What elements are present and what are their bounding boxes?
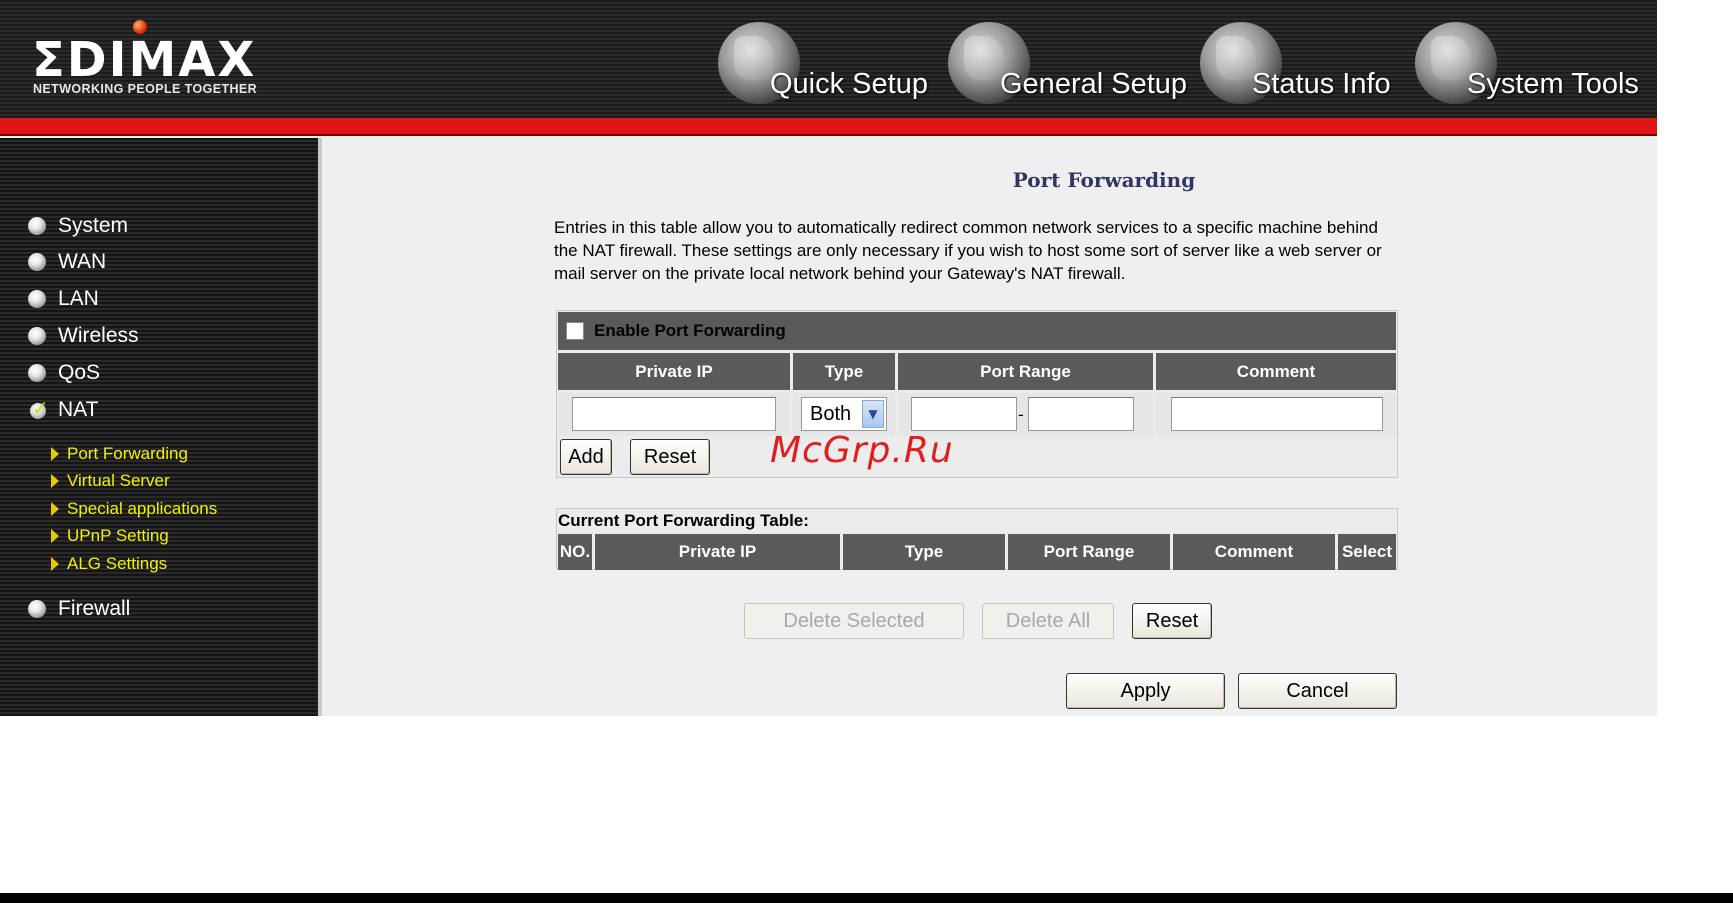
sidebar-item-nat[interactable]: ✓ NAT	[28, 396, 99, 423]
nav-status-info-label: Status Info	[1252, 68, 1391, 100]
sidebar-item-label: WAN	[58, 250, 107, 273]
logo-tagline: NETWORKING PEOPLE TOGETHER	[33, 82, 258, 96]
sidebar-item-lan[interactable]: LAN	[28, 286, 99, 312]
radio-bullet-icon	[28, 253, 46, 271]
nav-quick-setup-label: Quick Setup	[770, 68, 928, 100]
sidebar-item-label: Firewall	[58, 597, 131, 620]
enable-port-forwarding-label: Enable Port Forwarding	[594, 321, 786, 340]
arrow-right-icon	[51, 529, 59, 543]
radio-bullet-icon	[28, 327, 46, 345]
router-admin-window: ΣDIMAX NETWORKING PEOPLE TOGETHER Quick …	[0, 0, 1657, 716]
sidebar-subitem-label: Special applications	[67, 499, 218, 518]
nav-general-setup-label: General Setup	[1000, 68, 1188, 100]
port-forwarding-form: Enable Port Forwarding Private IP Type P…	[556, 310, 1398, 478]
arrow-right-icon	[51, 502, 59, 516]
radio-bullet-icon	[28, 364, 46, 382]
arrow-right-icon	[51, 447, 59, 461]
sidebar-item-label: QoS	[58, 361, 101, 384]
enable-port-forwarding-checkbox[interactable]	[566, 322, 584, 340]
delete-selected-button[interactable]: Delete Selected	[744, 603, 964, 639]
column-header-comment: Comment	[1173, 534, 1335, 570]
current-port-forwarding-table: Current Port Forwarding Table: NO. Priva…	[556, 508, 1398, 570]
watermark: McGrp.Ru	[770, 430, 954, 471]
column-header-select: Select	[1338, 534, 1396, 570]
page-description: Entries in this table allow you to autom…	[554, 218, 1382, 283]
sidebar-subitem-virtual-server[interactable]: Virtual Server	[51, 470, 170, 492]
delete-all-button[interactable]: Delete All	[982, 603, 1114, 639]
type-select-value: Both	[810, 402, 852, 425]
logo-text: ΣDIMAX	[32, 32, 257, 88]
column-header-port-range: Port Range	[1008, 534, 1170, 570]
sidebar-subitem-label: Port Forwarding	[67, 444, 188, 463]
radio-bullet-icon	[28, 600, 46, 618]
bottom-black-band	[0, 893, 1733, 903]
sidebar-item-wan[interactable]: WAN	[28, 249, 106, 275]
enable-row: Enable Port Forwarding	[558, 312, 1396, 350]
header-red-stripe	[0, 118, 1657, 136]
edimax-logo: ΣDIMAX NETWORKING PEOPLE TOGETHER	[30, 20, 300, 104]
apply-button[interactable]: Apply	[1066, 673, 1225, 709]
add-button[interactable]: Add	[560, 439, 612, 475]
header-bar: ΣDIMAX NETWORKING PEOPLE TOGETHER Quick …	[0, 0, 1657, 118]
comment-input[interactable]	[1171, 397, 1383, 431]
column-header-private-ip: Private IP	[595, 534, 840, 570]
sidebar-item-firewall[interactable]: Firewall	[28, 596, 130, 622]
checkmark-icon: ✓	[30, 396, 49, 420]
private-ip-cell	[558, 393, 790, 436]
cancel-button[interactable]: Cancel	[1238, 673, 1397, 709]
sidebar-item-system[interactable]: System	[28, 213, 128, 239]
sidebar-item-label: NAT	[58, 398, 99, 421]
sidebar-subitem-port-forwarding[interactable]: Port Forwarding	[51, 443, 188, 465]
column-header-type: Type	[843, 534, 1005, 570]
sidebar-item-wireless[interactable]: Wireless	[28, 323, 139, 349]
sidebar: System WAN LAN Wireless QoS ✓ NAT Port F…	[0, 138, 322, 716]
radio-bullet-icon	[28, 290, 46, 308]
port-range-start-input[interactable]	[911, 397, 1017, 431]
current-table-title: Current Port Forwarding Table:	[558, 511, 809, 530]
main-content: Port Forwarding Entries in this table al…	[326, 138, 1657, 716]
column-header-comment: Comment	[1156, 353, 1396, 390]
port-range-separator: -	[1018, 405, 1024, 424]
sidebar-item-label: Wireless	[58, 324, 139, 347]
sidebar-item-qos[interactable]: QoS	[28, 360, 100, 386]
sidebar-subitem-label: UPnP Setting	[67, 526, 169, 545]
column-header-private-ip: Private IP	[558, 353, 790, 390]
arrow-right-icon	[51, 557, 59, 571]
nav-system-tools-label: System Tools	[1467, 68, 1639, 100]
comment-cell	[1156, 393, 1396, 436]
private-ip-input[interactable]	[572, 397, 776, 431]
form-reset-button[interactable]: Reset	[630, 439, 710, 475]
arrow-right-icon	[51, 474, 59, 488]
radio-bullet-icon	[28, 217, 46, 235]
column-header-port-range: Port Range	[898, 353, 1153, 390]
sidebar-subitem-label: Virtual Server	[67, 471, 170, 490]
sidebar-subitem-alg-settings[interactable]: ALG Settings	[51, 553, 167, 575]
column-header-type: Type	[793, 353, 895, 390]
chevron-down-icon: ▼	[862, 400, 884, 428]
sidebar-subitem-upnp-setting[interactable]: UPnP Setting	[51, 525, 169, 547]
sidebar-subitem-special-applications[interactable]: Special applications	[51, 498, 217, 520]
table-reset-button[interactable]: Reset	[1132, 603, 1212, 639]
sidebar-subitem-label: ALG Settings	[67, 554, 168, 573]
column-header-no: NO.	[558, 534, 592, 570]
type-select[interactable]: Both ▼	[801, 397, 887, 431]
page-title: Port Forwarding	[1012, 168, 1196, 192]
sidebar-item-label: System	[58, 214, 129, 237]
sidebar-item-label: LAN	[58, 287, 99, 310]
port-range-end-input[interactable]	[1028, 397, 1134, 431]
